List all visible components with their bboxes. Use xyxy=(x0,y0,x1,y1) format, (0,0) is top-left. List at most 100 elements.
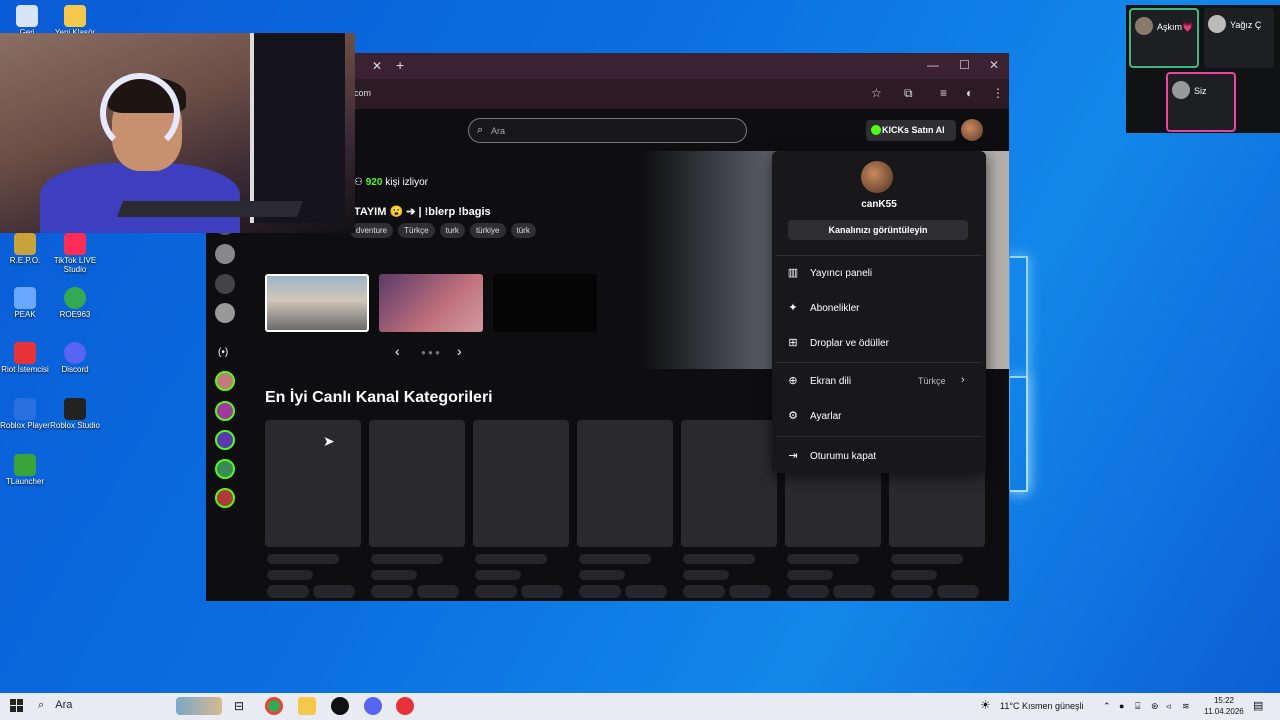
carousel-prev-icon[interactable]: ‹ xyxy=(395,343,400,359)
chrome-taskbar-icon[interactable] xyxy=(265,697,283,715)
desktop-icon-roblox-player[interactable]: Roblox Player xyxy=(0,398,50,431)
tab-close-icon[interactable]: ✕ xyxy=(372,59,382,73)
peak-icon xyxy=(14,287,36,309)
live-channel-avatar[interactable] xyxy=(215,488,235,508)
desktop-icon-tlauncher[interactable]: TLauncher xyxy=(0,454,50,487)
followed-channel-avatar[interactable] xyxy=(215,274,235,294)
task-view-icon[interactable]: ⊟ xyxy=(234,699,244,713)
live-channel-avatar[interactable] xyxy=(215,401,235,421)
skeleton-line xyxy=(891,570,937,580)
menu-kebab-icon[interactable]: ⋮ xyxy=(992,86,1004,100)
tag-chip[interactable]: dventure xyxy=(350,223,394,238)
taskbar: ⌕ Ara ⊟ ☀ 11°C Kısmen güneşli ⌃ ● ⌸ ⊛ ◃ … xyxy=(0,693,1280,720)
search-highlight-icon[interactable] xyxy=(176,697,222,715)
skeleton-line xyxy=(579,585,621,598)
menu-item-display-language[interactable]: ⊕ Ekran dili Türkçe › xyxy=(786,371,972,393)
new-tab-icon[interactable]: + xyxy=(396,57,404,73)
mouse-cursor-icon: ➤ xyxy=(323,433,335,449)
search-input[interactable]: ⌕ Ara xyxy=(468,118,747,143)
tag-chip[interactable]: türkiye xyxy=(469,223,506,238)
microphone-icon[interactable]: ● xyxy=(1119,701,1124,711)
notification-center-icon[interactable]: ▤ xyxy=(1253,699,1263,712)
buy-kicks-button[interactable]: KICKs Satın Al xyxy=(866,120,956,141)
carousel-thumbnail[interactable] xyxy=(265,274,369,332)
participant-name: Siz xyxy=(1194,86,1207,96)
user-avatar-button[interactable] xyxy=(961,119,983,141)
weather-text[interactable]: 11°C Kısmen güneşli xyxy=(1000,701,1083,711)
media-icon[interactable]: ≡ xyxy=(940,86,947,100)
bookmark-star-icon[interactable]: ☆ xyxy=(871,86,882,100)
live-channel-avatar[interactable] xyxy=(215,430,235,450)
skeleton-line xyxy=(475,585,517,598)
carousel-thumbnail[interactable] xyxy=(379,274,483,332)
taskbar-search[interactable]: ⌕ Ara xyxy=(38,699,72,712)
maximize-icon[interactable]: ☐ xyxy=(959,58,970,72)
category-card-placeholder[interactable] xyxy=(681,420,777,547)
viewers-icon: ⚇ xyxy=(354,177,366,188)
chrome-icon xyxy=(64,287,86,309)
desktop-icon-roblox-studio[interactable]: Roblox Studio xyxy=(50,398,100,431)
menu-item-settings[interactable]: ⚙ Ayarlar xyxy=(786,406,972,428)
followed-channel-avatar[interactable] xyxy=(215,244,235,264)
live-channel-avatar[interactable] xyxy=(215,459,235,479)
stream-tags: dventure Türkçe turk türkiye türk xyxy=(350,223,536,238)
desktop-icon-discord[interactable]: Discord xyxy=(50,342,100,375)
stream-title[interactable]: TAYIM 😮 ➔ | !blerp !bagis xyxy=(354,205,491,218)
category-card-placeholder[interactable] xyxy=(265,420,361,547)
desktop-icon-chrome[interactable]: ROE963 xyxy=(50,287,100,320)
call-participant-tile[interactable]: Yağız Ç xyxy=(1204,8,1274,68)
menu-item-logout[interactable]: ⇥ Oturumu kapat xyxy=(786,446,972,468)
tag-chip[interactable]: Türkçe xyxy=(398,223,435,238)
close-window-icon[interactable]: ✕ xyxy=(989,58,999,72)
minimize-icon[interactable]: — xyxy=(927,58,939,72)
headset-icon xyxy=(100,73,180,153)
network-icon[interactable]: ⌸ xyxy=(1135,701,1140,712)
participant-name: Yağız Ç xyxy=(1230,20,1262,30)
profile-icon[interactable]: ◐ xyxy=(966,86,973,100)
desktop-icon-riot[interactable]: Riot İstemcisi xyxy=(0,342,50,375)
skeleton-line xyxy=(313,585,355,598)
skeleton-line xyxy=(833,585,875,598)
discord-taskbar-icon[interactable] xyxy=(364,697,382,715)
desktop-icon-tiktok[interactable]: TikTok LIVE Studio xyxy=(50,233,100,275)
carousel-next-icon[interactable]: › xyxy=(457,343,462,359)
wifi-icon[interactable]: ≋ xyxy=(1182,701,1190,712)
capcut-taskbar-icon[interactable] xyxy=(396,697,414,715)
desktop-icon-label: Riot İstemcisi xyxy=(1,365,49,374)
view-channel-button[interactable]: Kanalınızı görüntüleyin xyxy=(788,220,968,240)
live-icon: (•) xyxy=(218,347,229,358)
weather-icon: ☀ xyxy=(980,698,991,712)
tray-app-icon[interactable]: ⊛ xyxy=(1151,701,1159,712)
system-clock[interactable]: 15:22 11.04.2026 xyxy=(1202,695,1246,717)
skeleton-line xyxy=(371,554,443,564)
dropdown-username: canK55 xyxy=(861,199,897,210)
menu-item-label: Ayarlar xyxy=(810,411,842,422)
file-explorer-icon[interactable] xyxy=(298,697,316,715)
start-button[interactable] xyxy=(10,699,24,713)
menu-item-drops[interactable]: ⊞ Droplar ve ödüller xyxy=(786,333,972,355)
tag-chip[interactable]: turk xyxy=(439,223,465,238)
tray-overflow-icon[interactable]: ⌃ xyxy=(1103,701,1111,712)
search-placeholder: Ara xyxy=(491,126,506,136)
app-taskbar-icon[interactable] xyxy=(331,697,349,715)
category-card-placeholder[interactable] xyxy=(369,420,465,547)
volume-icon[interactable]: ◃ xyxy=(1166,701,1171,712)
menu-item-label: Oturumu kapat xyxy=(810,451,877,462)
category-card-placeholder[interactable] xyxy=(577,420,673,547)
menu-item-creator-dashboard[interactable]: ▥ Yayıncı paneli xyxy=(786,263,972,285)
desktop-icon-label: Roblox Player xyxy=(0,421,50,430)
call-participant-tile-self[interactable]: Siz xyxy=(1166,72,1236,132)
discord-icon xyxy=(64,342,86,364)
followed-channel-avatar[interactable] xyxy=(215,303,235,323)
menu-item-subscriptions[interactable]: ✦ Abonelikler xyxy=(786,298,972,320)
search-icon: ⌕ xyxy=(38,699,45,711)
url-text[interactable]: com xyxy=(354,88,371,98)
carousel-thumbnail[interactable] xyxy=(493,274,597,332)
desktop-icon-repo[interactable]: R.E.P.O. xyxy=(0,233,50,266)
category-card-placeholder[interactable] xyxy=(473,420,569,547)
desktop-icon-peak[interactable]: PEAK xyxy=(0,287,50,320)
tag-chip[interactable]: türk xyxy=(510,223,536,238)
extensions-icon[interactable]: ⧉ xyxy=(904,86,913,101)
call-participant-tile[interactable]: Aşkım💗 xyxy=(1129,8,1199,68)
live-channel-avatar[interactable] xyxy=(215,371,235,391)
